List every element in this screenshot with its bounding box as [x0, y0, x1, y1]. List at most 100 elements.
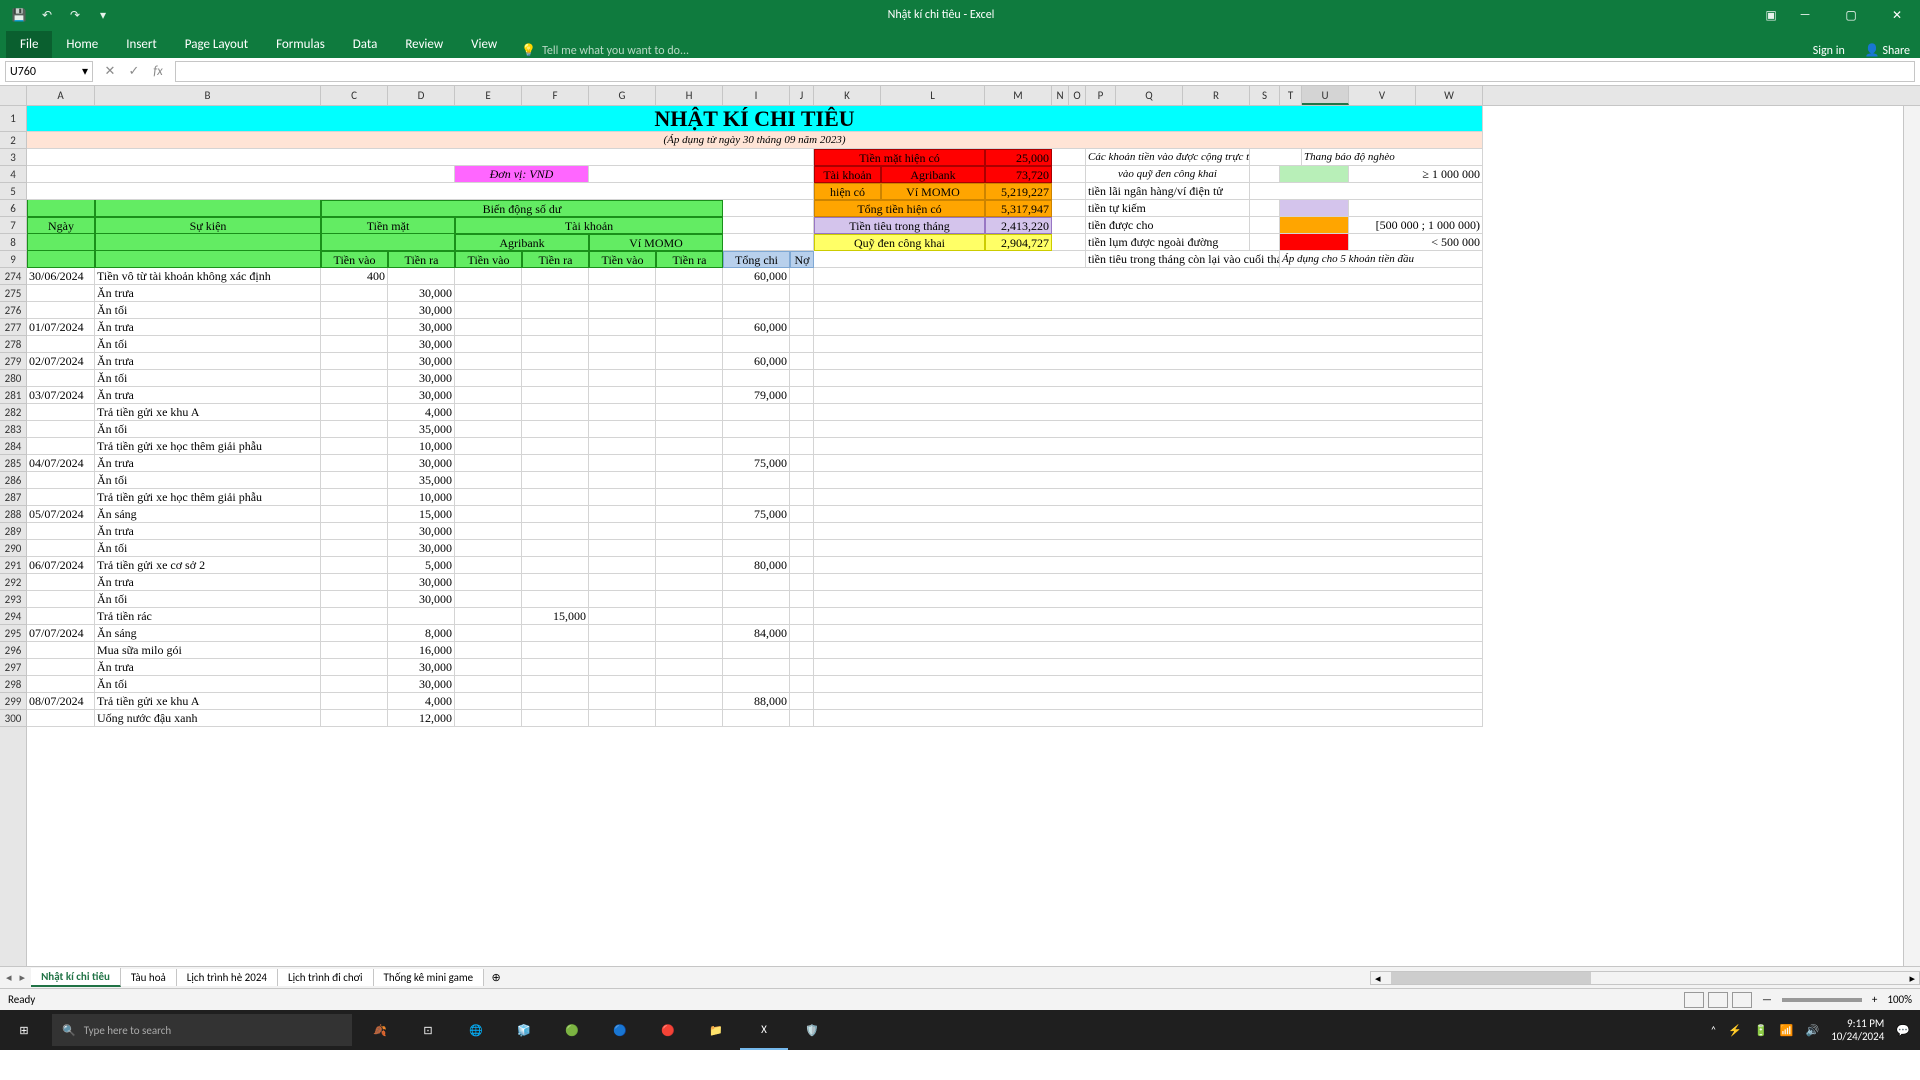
tab-home[interactable]: Home — [52, 31, 112, 58]
notifications-icon[interactable]: 💬 — [1896, 1024, 1910, 1037]
zoom-slider[interactable] — [1782, 998, 1862, 1002]
row-header[interactable]: 300 — [0, 710, 26, 727]
tab-formulas[interactable]: Formulas — [262, 31, 339, 58]
row-header[interactable]: 291 — [0, 557, 26, 574]
column-header[interactable]: Q — [1116, 86, 1183, 105]
row-header[interactable]: 282 — [0, 404, 26, 421]
zoom-out-icon[interactable]: — — [1762, 993, 1772, 1006]
row-header[interactable]: 281 — [0, 387, 26, 404]
app-icon[interactable]: 🟢 — [548, 1010, 596, 1050]
column-header[interactable]: A — [27, 86, 95, 105]
volume-icon[interactable]: 🔊 — [1805, 1024, 1819, 1037]
share-button[interactable]: 👤 Share — [1855, 43, 1920, 58]
sheet-tab[interactable]: Tàu hoả — [121, 969, 177, 986]
redo-icon[interactable]: ↷ — [64, 4, 86, 26]
fx-icon[interactable]: fx — [147, 64, 169, 79]
battery-icon[interactable]: 🔋 — [1754, 1024, 1768, 1037]
explorer-icon[interactable]: 📁 — [692, 1010, 740, 1050]
row-header[interactable]: 8 — [0, 234, 26, 251]
column-header[interactable]: C — [321, 86, 388, 105]
ribbon-display-icon[interactable]: ▣ — [1760, 4, 1782, 26]
app-icon[interactable]: 🛡️ — [788, 1010, 836, 1050]
column-header[interactable]: P — [1086, 86, 1116, 105]
tab-view[interactable]: View — [457, 31, 511, 58]
qat-dropdown-icon[interactable]: ▾ — [92, 4, 114, 26]
minimize-icon[interactable]: — — [1782, 0, 1828, 30]
row-header[interactable]: 287 — [0, 489, 26, 506]
row-header[interactable]: 297 — [0, 659, 26, 676]
start-button[interactable]: ⊞ — [0, 1010, 48, 1050]
signin-link[interactable]: Sign in — [1803, 44, 1855, 58]
row-header[interactable]: 276 — [0, 302, 26, 319]
row-header[interactable]: 274 — [0, 268, 26, 285]
row-header[interactable]: 280 — [0, 370, 26, 387]
tell-me-input[interactable]: 💡 Tell me what you want to do... — [521, 43, 689, 58]
column-header[interactable]: N — [1052, 86, 1069, 105]
sheet-nav-next-icon[interactable]: ▸ — [20, 971, 26, 984]
zoom-level[interactable]: 100% — [1887, 993, 1912, 1006]
view-normal-icon[interactable] — [1684, 992, 1704, 1008]
add-sheet-icon[interactable]: ⊕ — [484, 971, 508, 984]
store-icon[interactable]: 🧊 — [500, 1010, 548, 1050]
tab-pagelayout[interactable]: Page Layout — [171, 31, 262, 58]
row-header[interactable]: 275 — [0, 285, 26, 302]
column-header[interactable]: W — [1416, 86, 1483, 105]
chrome-icon[interactable]: 🔴 — [644, 1010, 692, 1050]
row-header[interactable]: 279 — [0, 353, 26, 370]
row-header[interactable]: 9 — [0, 251, 26, 268]
column-header[interactable]: M — [985, 86, 1052, 105]
row-header[interactable]: 6 — [0, 200, 26, 217]
enter-formula-icon[interactable]: ✓ — [123, 64, 145, 79]
row-header[interactable]: 292 — [0, 574, 26, 591]
row-header[interactable]: 277 — [0, 319, 26, 336]
column-header[interactable]: U — [1302, 86, 1349, 105]
vertical-scrollbar[interactable] — [1903, 106, 1920, 966]
column-header[interactable]: J — [790, 86, 814, 105]
row-header[interactable]: 298 — [0, 676, 26, 693]
save-icon[interactable]: 💾 — [8, 4, 30, 26]
select-all-corner[interactable] — [0, 86, 26, 106]
column-header[interactable]: T — [1280, 86, 1302, 105]
row-header[interactable]: 295 — [0, 625, 26, 642]
row-header[interactable]: 290 — [0, 540, 26, 557]
column-header[interactable]: D — [388, 86, 455, 105]
column-header[interactable]: E — [455, 86, 522, 105]
row-header[interactable]: 286 — [0, 472, 26, 489]
system-clock[interactable]: 9:11 PM 10/24/2024 — [1831, 1017, 1884, 1043]
row-header[interactable]: 2 — [0, 132, 26, 149]
cells-grid[interactable]: NHẬT KÍ CHI TIÊU(Áp dụng từ ngày 30 thán… — [27, 106, 1920, 727]
row-header[interactable]: 3 — [0, 149, 26, 166]
taskbar-app[interactable]: 🍂 — [356, 1010, 404, 1050]
column-header[interactable]: I — [723, 86, 790, 105]
row-header[interactable]: 4 — [0, 166, 26, 183]
column-header[interactable]: O — [1069, 86, 1086, 105]
row-header[interactable]: 288 — [0, 506, 26, 523]
taskbar-search[interactable]: 🔍 Type here to search — [52, 1014, 352, 1046]
row-header[interactable]: 278 — [0, 336, 26, 353]
name-box[interactable]: U760 ▾ — [5, 61, 93, 82]
sheet-tab[interactable]: Lịch trình hè 2024 — [177, 969, 278, 986]
tab-review[interactable]: Review — [391, 31, 457, 58]
row-header[interactable]: 289 — [0, 523, 26, 540]
row-header[interactable]: 283 — [0, 421, 26, 438]
undo-icon[interactable]: ↶ — [36, 4, 58, 26]
close-icon[interactable]: ✕ — [1874, 0, 1920, 30]
tray-icon[interactable]: ⚡ — [1728, 1024, 1742, 1037]
tab-insert[interactable]: Insert — [112, 31, 171, 58]
app-icon[interactable]: 🔵 — [596, 1010, 644, 1050]
tab-data[interactable]: Data — [339, 31, 392, 58]
column-header[interactable]: G — [589, 86, 656, 105]
row-header[interactable]: 284 — [0, 438, 26, 455]
sheet-nav-prev-icon[interactable]: ◂ — [6, 971, 12, 984]
formula-input[interactable] — [175, 61, 1915, 82]
wifi-icon[interactable]: 📶 — [1780, 1024, 1794, 1037]
excel-icon[interactable]: X — [740, 1010, 788, 1050]
zoom-in-icon[interactable]: + — [1872, 993, 1877, 1006]
row-header[interactable]: 293 — [0, 591, 26, 608]
sheet-tab[interactable]: Lịch trình đi chơi — [278, 969, 374, 986]
view-pagebreak-icon[interactable] — [1732, 992, 1752, 1008]
edge-icon[interactable]: 🌐 — [452, 1010, 500, 1050]
horizontal-scrollbar[interactable]: ◂ ▸ — [1370, 971, 1920, 985]
row-header[interactable]: 1 — [0, 106, 26, 132]
view-pagelayout-icon[interactable] — [1708, 992, 1728, 1008]
